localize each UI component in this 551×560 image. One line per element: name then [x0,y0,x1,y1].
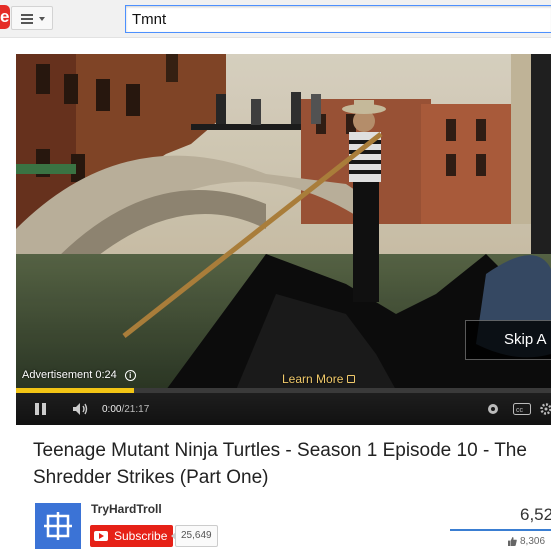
chevron-down-icon [39,17,45,21]
pause-icon[interactable] [35,393,49,425]
speaker-icon [73,403,88,415]
cc-icon: cc [513,403,531,415]
advertisement-label: Advertisement 0:24 i [22,369,136,381]
subscribe-button[interactable]: Subscribe [90,525,174,547]
thumbs-up-icon [508,537,517,546]
cog-icon [540,403,551,415]
learn-more-link[interactable]: Learn More [282,372,356,386]
ad-countdown: Advertisement 0:24 [22,369,117,381]
time-current: 0:00 [102,403,122,415]
like-count: 8,306 [520,536,546,547]
guide-menu-button[interactable] [11,6,53,30]
volume-icon[interactable] [72,393,92,425]
like-count-display[interactable]: 8,306 [508,536,545,547]
subscribe-label: Subscribe [114,529,168,543]
logo-letter: e [0,7,10,26]
time-display: 0:00 / 21:17 [102,393,149,425]
skip-ad-label: Skip A [504,331,547,348]
info-icon[interactable]: i [124,369,136,381]
time-total: 21:17 [124,403,150,415]
video-title: Teenage Mutant Ninja Turtles - Season 1 … [33,440,527,488]
hamburger-menu-icon [21,14,33,24]
avatar-icon [35,503,81,549]
learn-more-label: Learn More [282,372,344,386]
masthead: e [0,0,551,38]
settings-icon[interactable] [487,393,499,425]
search-box[interactable] [125,5,551,33]
youtube-play-icon [94,531,108,541]
quality-gear-icon[interactable] [540,393,551,425]
search-input[interactable] [126,6,551,32]
subscriber-count: 25,649 [171,525,218,547]
gear-icon [488,404,498,414]
youtube-logo[interactable]: e [0,5,10,29]
svg-text:cc: cc [516,407,524,414]
skip-ad-button[interactable]: Skip A [465,320,551,360]
video-player[interactable]: Advertisement 0:24 i Learn More Skip A 0… [16,54,551,425]
external-link-icon [347,375,356,383]
captions-icon[interactable]: cc [513,393,531,425]
like-ratio-bar [450,529,551,531]
player-controls: 0:00 / 21:17 cc [16,393,551,425]
channel-name[interactable]: TryHardTroll [91,502,162,516]
view-count: 6,52 [520,505,551,524]
channel-avatar[interactable] [35,503,81,549]
